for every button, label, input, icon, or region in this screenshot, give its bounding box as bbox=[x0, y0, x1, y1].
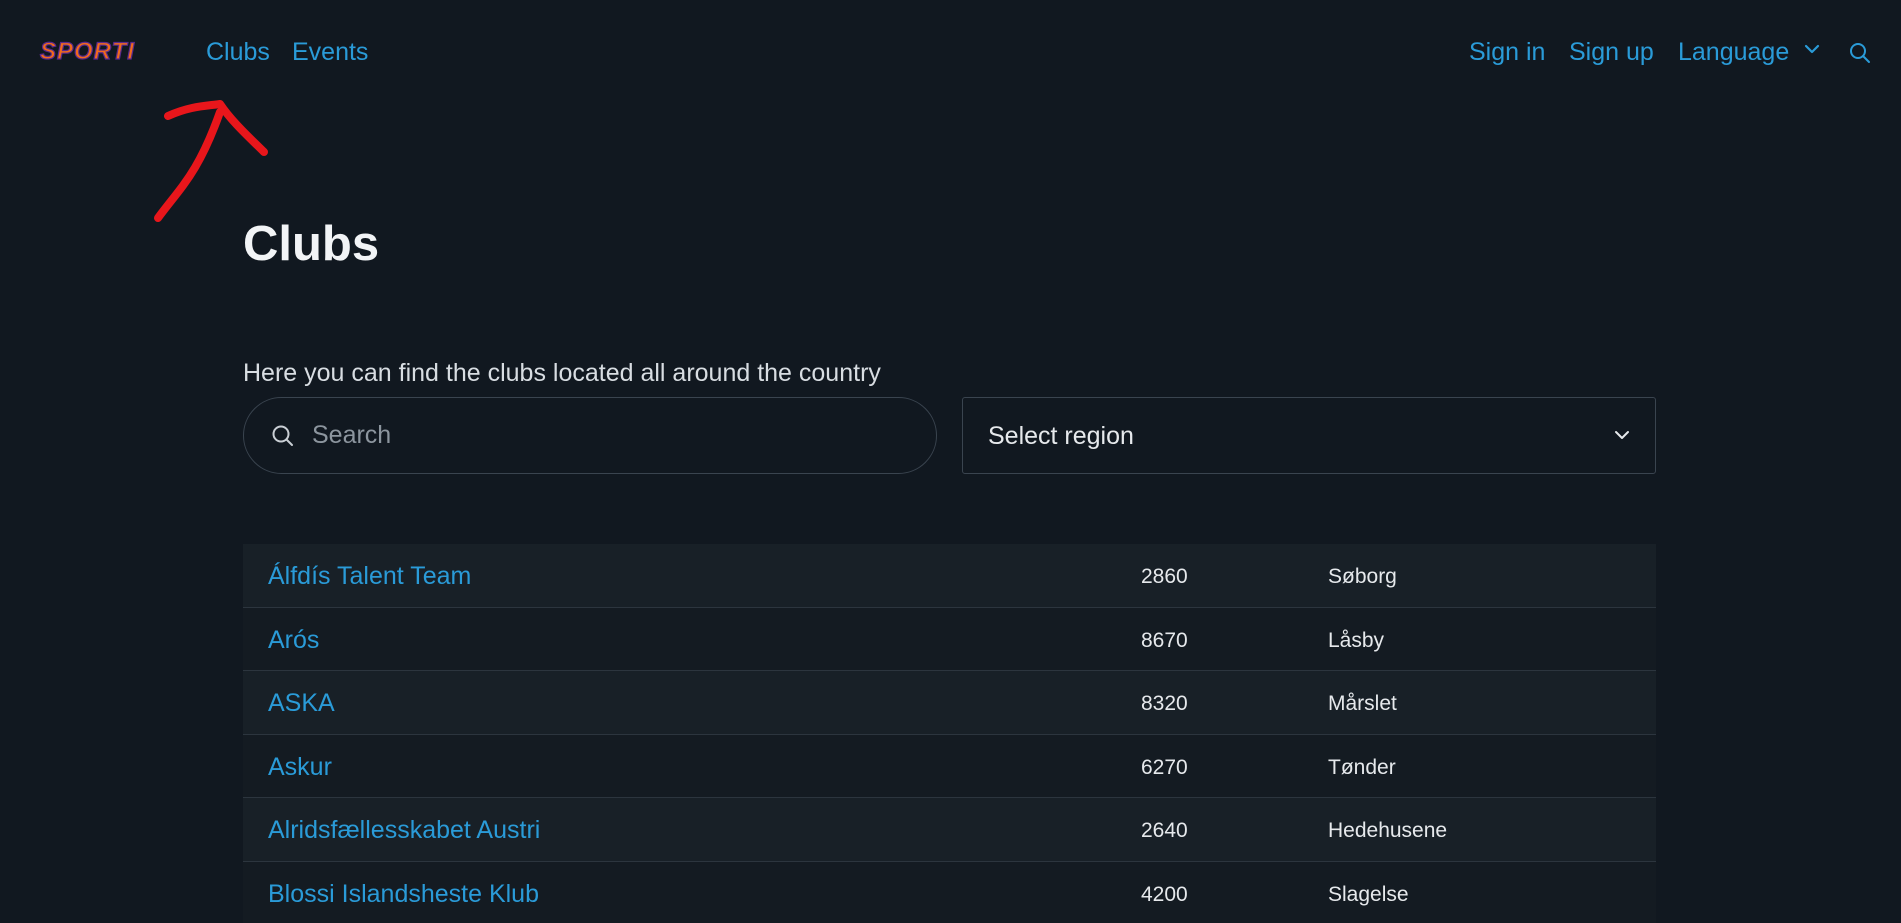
chevron-down-icon[interactable] bbox=[1803, 40, 1821, 58]
table-row: Askur 6270 Tønder bbox=[243, 734, 1656, 798]
sign-in-link[interactable]: Sign in bbox=[1469, 36, 1545, 68]
club-name-link[interactable]: Arós bbox=[268, 624, 319, 656]
club-city: Slagelse bbox=[1328, 882, 1409, 906]
club-zip: 6270 bbox=[1141, 755, 1188, 779]
table-row: Blossi Islandsheste Klub 4200 Slagelse bbox=[243, 861, 1656, 923]
clubs-table: Álfdís Talent Team 2860 Søborg Arós 8670… bbox=[243, 544, 1656, 923]
nav-link-clubs[interactable]: Clubs bbox=[206, 36, 270, 68]
sporti-logo[interactable]: SPORTI bbox=[37, 36, 169, 66]
club-zip: 2860 bbox=[1141, 565, 1188, 588]
nav-link-events[interactable]: Events bbox=[292, 36, 368, 68]
table-row: Alridsfællesskabet Austri 2640 Hedehusen… bbox=[243, 798, 1656, 862]
club-city: Mårslet bbox=[1328, 692, 1397, 715]
table-row: ASKA 8320 Mårslet bbox=[243, 671, 1656, 735]
search-icon bbox=[272, 425, 293, 446]
logo-text: SPORTI bbox=[40, 38, 135, 65]
sign-up-link[interactable]: Sign up bbox=[1569, 36, 1654, 68]
club-city: Låsby bbox=[1328, 628, 1385, 652]
chevron-down-icon bbox=[1615, 431, 1629, 439]
club-name-link[interactable]: Askur bbox=[268, 751, 332, 783]
search-icon[interactable] bbox=[1849, 42, 1871, 64]
table-row: Arós 8670 Låsby bbox=[243, 607, 1656, 671]
table-row: Álfdís Talent Team 2860 Søborg bbox=[243, 544, 1656, 608]
club-zip: 4200 bbox=[1141, 882, 1188, 906]
club-zip: 8320 bbox=[1141, 692, 1188, 715]
search-field[interactable] bbox=[243, 397, 937, 474]
club-name-link[interactable]: Álfdís Talent Team bbox=[268, 560, 471, 592]
club-city: Søborg bbox=[1328, 565, 1397, 588]
top-navbar: SPORTI Clubs Events Sign in Sign up Lang… bbox=[0, 0, 1901, 104]
club-city: Tønder bbox=[1328, 755, 1396, 779]
club-name-link[interactable]: Alridsfællesskabet Austri bbox=[268, 814, 540, 846]
club-city: Hedehusene bbox=[1328, 819, 1448, 842]
region-select-label: Select region bbox=[988, 422, 1134, 450]
club-name-link[interactable]: Blossi Islandsheste Klub bbox=[268, 878, 539, 910]
region-select[interactable]: Select region bbox=[962, 397, 1656, 474]
club-zip: 2640 bbox=[1141, 819, 1188, 842]
page-title: Clubs bbox=[243, 217, 380, 271]
search-input[interactable] bbox=[312, 398, 912, 473]
intro-text: Here you can find the clubs located all … bbox=[243, 359, 881, 387]
language-dropdown[interactable]: Language bbox=[1678, 36, 1789, 68]
club-name-link[interactable]: ASKA bbox=[268, 687, 335, 719]
club-zip: 8670 bbox=[1141, 628, 1188, 652]
red-arrow-annotation bbox=[154, 100, 268, 222]
